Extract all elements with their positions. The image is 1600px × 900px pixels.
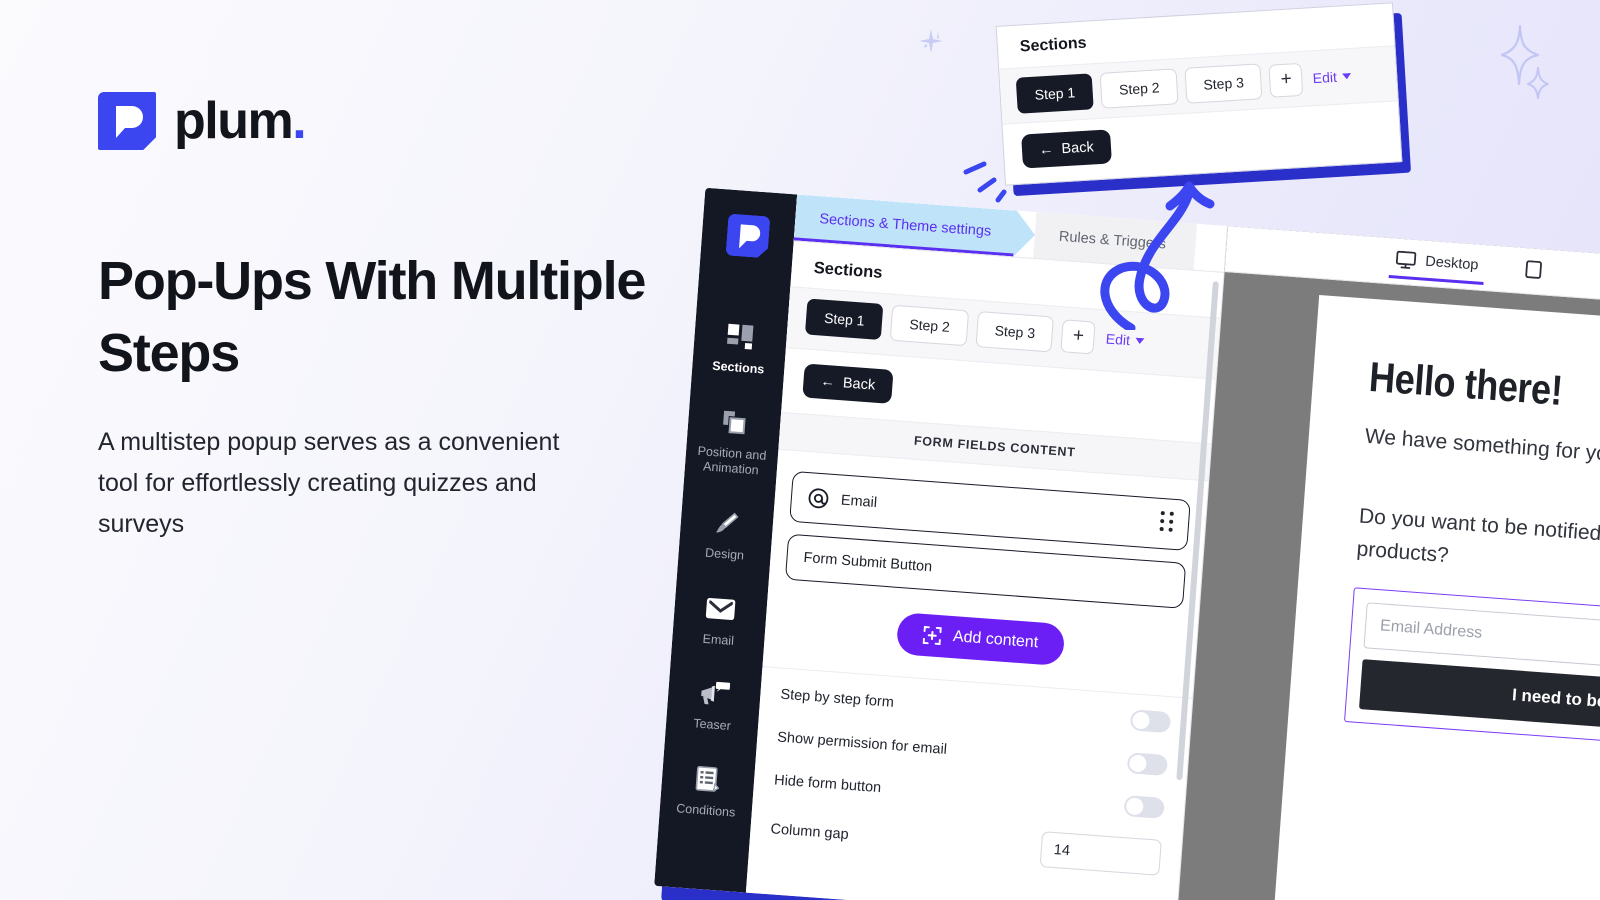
show-permission-for-email-toggle[interactable] bbox=[1126, 752, 1169, 777]
floating-back-button[interactable]: ← Back bbox=[1021, 129, 1112, 169]
hide-form-button-toggle[interactable] bbox=[1123, 795, 1165, 819]
sidebar-label: Email bbox=[702, 631, 735, 648]
page-subtitle: A multistep popup serves as a convenient… bbox=[98, 427, 560, 539]
setting-label: Hide form button bbox=[773, 771, 882, 796]
sparkle-star-decoration bbox=[919, 29, 943, 53]
tab-label: Sections & Theme settings bbox=[818, 211, 992, 240]
popup-subheading: We have something for you. bbox=[1364, 424, 1600, 467]
page-title: Pop-Ups With Multiple Steps bbox=[98, 251, 646, 383]
sidebar-item-email[interactable]: Email bbox=[671, 577, 769, 669]
brand-wordmark: plum. bbox=[174, 92, 307, 150]
add-frame-icon bbox=[922, 625, 942, 646]
add-content-label: Add content bbox=[952, 628, 1039, 652]
step-3-button[interactable]: Step 3 bbox=[975, 311, 1055, 353]
step-by-step-form-toggle[interactable] bbox=[1129, 709, 1172, 734]
back-label: Back bbox=[1061, 139, 1095, 158]
sidebar-item-sections[interactable]: Sections bbox=[690, 305, 788, 397]
device-label: Desktop bbox=[1424, 253, 1479, 274]
back-button[interactable]: ← Back bbox=[802, 363, 894, 404]
step-1-button[interactable]: Step 1 bbox=[804, 298, 884, 341]
setting-label: Step by step form bbox=[779, 686, 895, 711]
popup-preview-card: Hello there! We have something for you. … bbox=[1274, 294, 1600, 900]
sidebar-label: Sections bbox=[711, 358, 765, 377]
step-2-button[interactable]: Step 2 bbox=[890, 304, 970, 347]
sidebar-label: Design bbox=[704, 545, 745, 563]
app-mockup: Sections Position and Animation Design E… bbox=[654, 187, 1600, 900]
at-sign-icon bbox=[808, 488, 829, 509]
sidebar-logo-icon bbox=[725, 213, 770, 258]
tablet-icon bbox=[1524, 259, 1542, 279]
sidebar-label: Conditions bbox=[675, 801, 736, 820]
back-arrow-icon: ← bbox=[1038, 141, 1055, 159]
floating-step-2-button[interactable]: Step 2 bbox=[1100, 68, 1179, 109]
popup-submit-button[interactable]: I need to be informed. bbox=[1358, 659, 1600, 745]
position-layers-icon bbox=[691, 404, 777, 440]
setting-label: Column gap bbox=[770, 821, 850, 843]
paintbrush-icon bbox=[684, 505, 770, 541]
sidebar-item-design[interactable]: Design bbox=[677, 492, 775, 584]
back-label: Back bbox=[842, 375, 876, 394]
clipboard-list-icon bbox=[665, 761, 751, 797]
edit-label: Edit bbox=[1105, 330, 1131, 349]
floating-sections-card: Sections Step 1 Step 2 Step 3 + Edit ← B… bbox=[995, 2, 1412, 197]
sidebar-item-teaser[interactable]: Teaser bbox=[664, 663, 762, 755]
popup-question: Do you want to be notified when we relea… bbox=[1355, 504, 1600, 567]
drag-handle-icon[interactable] bbox=[1159, 510, 1174, 532]
hero-column: plum. Pop-Ups With Multiple Steps A mult… bbox=[98, 92, 698, 545]
field-label: Form Submit Button bbox=[802, 549, 933, 576]
brand-name: plum bbox=[174, 92, 294, 150]
envelope-icon bbox=[678, 590, 764, 626]
sidebar-item-position-and-animation[interactable]: Position and Animation bbox=[683, 391, 782, 499]
back-arrow-icon: ← bbox=[819, 373, 836, 391]
device-tab-tablet[interactable] bbox=[1523, 259, 1552, 283]
column-gap-input[interactable]: 14 bbox=[1039, 831, 1162, 876]
edit-steps-dropdown[interactable]: Edit bbox=[1105, 330, 1145, 349]
tab-label: Rules & Triggers bbox=[1058, 228, 1167, 253]
preview-area: Desktop Hello there! We have something f… bbox=[1176, 226, 1600, 900]
popup-heading: Hello there! bbox=[1367, 352, 1565, 414]
megaphone-icon bbox=[671, 676, 757, 712]
chevron-down-icon bbox=[1341, 72, 1351, 80]
chevron-down-icon bbox=[1135, 337, 1145, 344]
brand-dot: . bbox=[292, 92, 306, 150]
sidebar-label: Position and Animation bbox=[697, 443, 767, 478]
add-content-button[interactable]: Add content bbox=[895, 612, 1066, 667]
floating-step-3-button[interactable]: Step 3 bbox=[1184, 63, 1263, 104]
popup-form: Email Address I need to be informed. bbox=[1343, 587, 1600, 760]
twin-sparkles-decoration bbox=[1500, 24, 1549, 99]
add-step-button[interactable]: + bbox=[1060, 318, 1097, 355]
plum-speech-bubble-logo bbox=[98, 92, 156, 150]
settings-panel: Sections & Theme settings Rules & Trigge… bbox=[745, 194, 1228, 900]
sections-grid-icon bbox=[698, 319, 784, 355]
floating-edit-dropdown[interactable]: Edit bbox=[1312, 68, 1351, 86]
device-tab-desktop[interactable]: Desktop bbox=[1395, 250, 1479, 278]
setting-label: Show permission for email bbox=[776, 728, 948, 758]
monitor-icon bbox=[1396, 250, 1417, 269]
floating-add-step-button[interactable]: + bbox=[1268, 62, 1304, 98]
sidebar-item-conditions[interactable]: Conditions bbox=[658, 748, 756, 840]
field-label: Email bbox=[840, 492, 878, 511]
toggle-settings-list: Step by step form Show permission for em… bbox=[748, 666, 1193, 892]
floating-step-1-button[interactable]: Step 1 bbox=[1015, 73, 1095, 114]
edit-label: Edit bbox=[1312, 68, 1338, 87]
sidebar-label: Teaser bbox=[692, 716, 732, 734]
brand-logo: plum. bbox=[98, 92, 698, 150]
device-toolbar: Desktop bbox=[1224, 226, 1600, 309]
